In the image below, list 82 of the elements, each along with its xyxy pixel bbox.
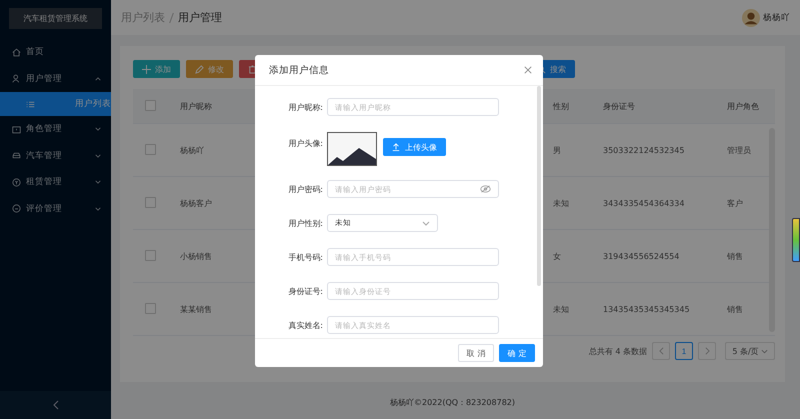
- table-cell: 管理员: [727, 146, 751, 154]
- list-icon: [26, 100, 35, 108]
- field-label: 用户昵称:: [287, 102, 323, 112]
- table-cell: 小杨销售: [180, 252, 212, 260]
- table-cell: 男: [553, 146, 561, 154]
- checkbox[interactable]: [145, 100, 156, 110]
- user-icon: [12, 74, 21, 84]
- chevron-left-icon: [52, 400, 58, 410]
- scrollbar[interactable]: [537, 86, 541, 286]
- chevron-right-icon: [704, 347, 710, 355]
- table-cell: 3434335454364334: [603, 198, 684, 208]
- coin-icon: [12, 178, 21, 187]
- pencil-icon: [195, 64, 204, 74]
- checkbox[interactable]: [145, 250, 156, 260]
- image-placeholder-drawing: [327, 132, 377, 166]
- table-cell: 女: [553, 252, 561, 260]
- table-cell: 某某销售: [180, 304, 212, 314]
- avatar-icon[interactable]: [742, 8, 760, 26]
- field-label: 用户头像:: [287, 138, 323, 149]
- page-size-select[interactable]: 5 条/页: [725, 342, 775, 360]
- previous-page-button[interactable]: [652, 342, 670, 360]
- column-header: 用户角色: [727, 102, 759, 110]
- table-cell: 杨杨客户: [180, 198, 212, 208]
- table-cell: 未知: [553, 304, 569, 314]
- plus-icon: [142, 64, 151, 74]
- chevron-icon: [95, 127, 101, 132]
- confirm-button[interactable]: 确 定: [499, 344, 535, 362]
- menu-item[interactable]: 汽车管理: [0, 142, 111, 169]
- breadcrumb-separator-icon: [169, 12, 174, 22]
- menu-item[interactable]: 首页: [0, 39, 111, 66]
- menu-item[interactable]: 租赁管理: [0, 169, 111, 196]
- checkbox[interactable]: [145, 302, 156, 314]
- car-icon: [12, 151, 21, 160]
- breadcrumb-item[interactable]: 用户管理: [178, 10, 222, 25]
- chevron-icon: [95, 206, 101, 211]
- page-button[interactable]: 1: [675, 342, 693, 360]
- checkbox[interactable]: [145, 144, 156, 154]
- table-cell: 销售: [727, 252, 743, 260]
- chevron-down-icon: [422, 220, 430, 226]
- app-title: 汽车租赁管理系统: [9, 8, 102, 29]
- table-cell: 319434556524554: [603, 252, 680, 260]
- home-icon: [12, 48, 21, 57]
- menu-item[interactable]: 用户管理: [0, 66, 111, 92]
- total-count: 总共有 4 条数据: [588, 346, 647, 356]
- side-tab-icon[interactable]: [792, 218, 800, 262]
- menu-item[interactable]: 评价管理: [0, 196, 111, 222]
- chevron-icon: [95, 154, 101, 158]
- column-header: 身份证号: [603, 102, 635, 110]
- id-card-icon: [12, 124, 21, 134]
- breadcrumb-item[interactable]: 用户列表: [121, 10, 165, 25]
- field-label: 身份证号:: [287, 286, 323, 296]
- field-label: 用户性别:: [287, 218, 323, 228]
- submenu-item[interactable]: 用户列表: [0, 92, 111, 116]
- menu-item[interactable]: 角色管理: [0, 116, 111, 142]
- add-button[interactable]: 添加: [133, 60, 180, 78]
- next-page-button[interactable]: [698, 342, 716, 360]
- table-cell: 3503322124532345: [603, 146, 684, 154]
- table-cell: 销售: [727, 304, 743, 314]
- field-label: 用户密码:: [287, 184, 323, 194]
- chevron-icon: [95, 76, 101, 81]
- eye-icon[interactable]: [480, 185, 491, 193]
- checkbox[interactable]: [145, 196, 156, 208]
- close-icon[interactable]: [524, 66, 532, 74]
- table-cell: 未知: [553, 198, 569, 208]
- footer-text: 杨杨吖©2022(QQ：823208782): [388, 397, 516, 408]
- column-header: 用户昵称: [180, 102, 212, 110]
- chevron-icon: [95, 180, 101, 184]
- collapse-button[interactable]: [0, 391, 111, 419]
- user-name: 杨杨吖: [763, 12, 790, 24]
- upload-icon: [392, 143, 400, 151]
- cancel-button[interactable]: 取 消: [458, 344, 494, 362]
- dialog-title: 添加用户信息: [269, 64, 329, 76]
- column-header: 性别: [553, 102, 569, 110]
- field-label: 手机号码:: [287, 252, 323, 262]
- upload-button[interactable]: 上传头像: [383, 138, 446, 156]
- chat-icon: [12, 204, 21, 214]
- chevron-down-icon: [760, 348, 768, 354]
- table-cell: 客户: [727, 198, 743, 208]
- table-cell: 13435435345345345: [603, 304, 690, 314]
- chevron-left-icon: [658, 347, 664, 355]
- field-label: 真实姓名:: [287, 320, 323, 330]
- table-cell: 杨杨吖: [180, 146, 204, 154]
